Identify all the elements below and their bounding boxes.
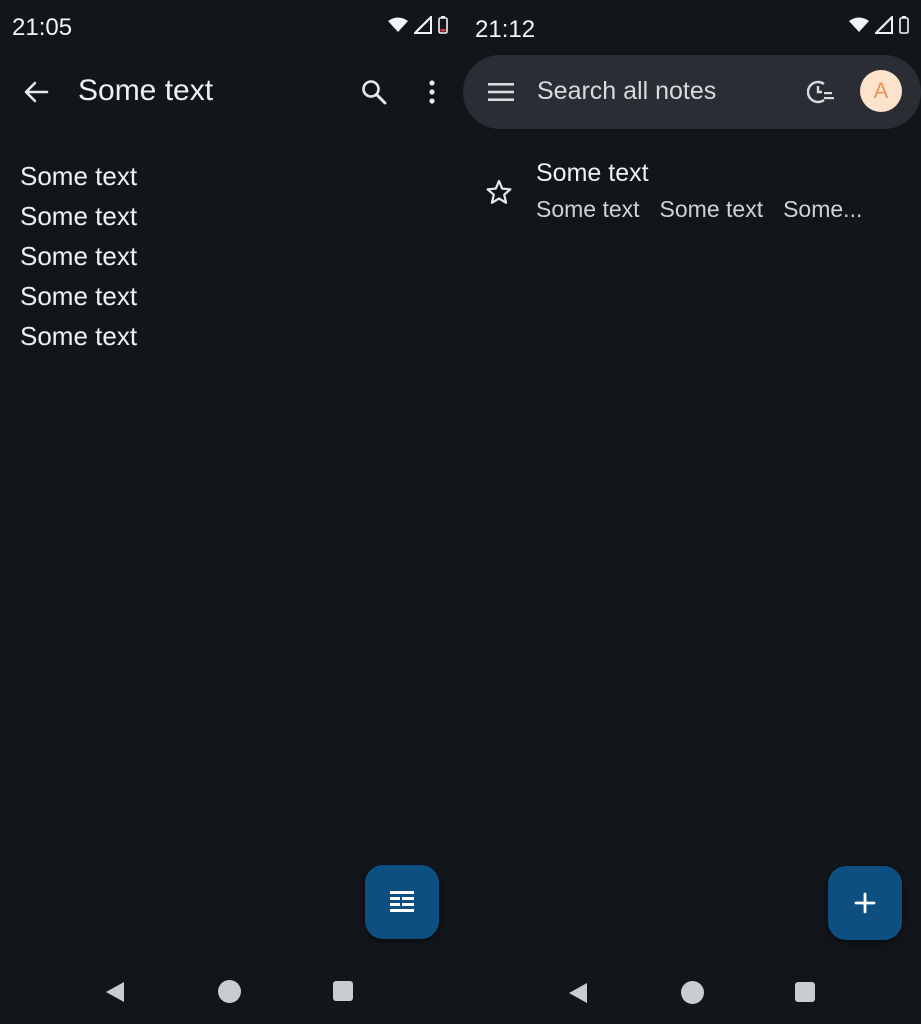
status-time: 21:12	[475, 16, 536, 43]
note-line: Some text	[20, 201, 138, 231]
note-line: Some text	[20, 161, 138, 191]
note-line: Some text	[20, 281, 138, 311]
reminder-icon	[807, 80, 834, 104]
nav-recents-button[interactable]	[333, 981, 353, 1001]
search-icon	[362, 80, 387, 105]
reminder-button[interactable]	[803, 74, 839, 110]
nav-home-button[interactable]	[681, 981, 704, 1004]
star-outline-icon	[486, 179, 512, 204]
preview-text: Some text	[659, 196, 764, 222]
battery-icon	[899, 16, 909, 34]
app-bar: Some text	[0, 60, 460, 124]
wifi-icon	[388, 17, 408, 32]
signal-icon	[414, 16, 432, 34]
note-detail-screen: 21:05 Some text Some text Some text Some…	[0, 0, 460, 1024]
status-bar: 21:12	[461, 0, 921, 56]
back-button[interactable]	[18, 74, 54, 110]
search-bar[interactable]: Search all notes A	[463, 55, 921, 129]
add-icon	[854, 892, 876, 914]
note-item-preview: Some text Some text Some...	[536, 196, 862, 223]
add-note-fab[interactable]	[828, 866, 902, 940]
list-item[interactable]: Some text Some text Some text Some...	[461, 156, 921, 236]
note-body[interactable]: Some text Some text Some text Some text …	[20, 156, 137, 356]
search-button[interactable]	[356, 74, 392, 110]
status-bar: 21:05	[0, 0, 460, 56]
wifi-icon	[849, 17, 869, 32]
note-line: Some text	[20, 321, 138, 351]
signal-icon	[875, 16, 893, 34]
menu-button[interactable]	[483, 74, 519, 110]
note-view-icon	[390, 891, 414, 912]
note-line: Some text	[20, 241, 138, 271]
nav-home-button[interactable]	[218, 980, 241, 1003]
nav-back-icon[interactable]	[567, 981, 589, 1005]
nav-back-icon[interactable]	[104, 980, 126, 1004]
status-icons	[388, 16, 448, 34]
back-arrow-icon	[24, 81, 49, 103]
more-vert-icon	[429, 80, 435, 104]
view-mode-fab[interactable]	[365, 865, 439, 939]
avatar[interactable]: A	[860, 70, 902, 112]
search-input[interactable]: Search all notes	[537, 77, 716, 106]
note-item-title: Some text	[536, 159, 649, 187]
nav-recents-button[interactable]	[795, 982, 815, 1002]
note-title[interactable]: Some text	[78, 74, 213, 108]
status-time: 21:05	[12, 14, 73, 41]
preview-text: Some text	[536, 196, 640, 222]
preview-text: Some...	[783, 196, 863, 222]
menu-icon	[488, 83, 514, 101]
notes-list-screen: 21:12 Search all notes A Some text Some …	[461, 0, 921, 1024]
more-options-button[interactable]	[414, 74, 450, 110]
battery-icon	[438, 16, 448, 34]
star-button[interactable]	[481, 174, 517, 210]
status-icons	[849, 16, 909, 34]
